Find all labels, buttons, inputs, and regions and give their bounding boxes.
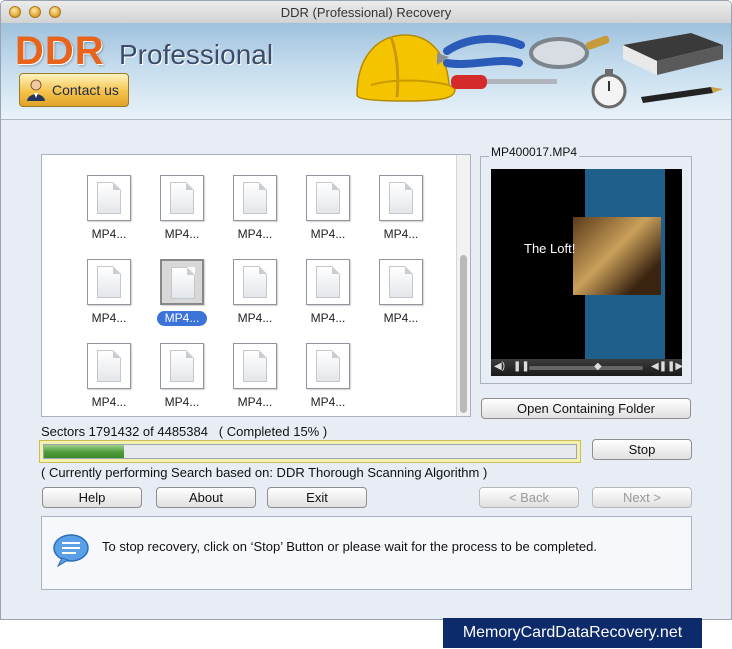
files-scrollbar[interactable] — [456, 155, 470, 416]
seek-bar[interactable] — [529, 366, 643, 370]
contact-us-button[interactable]: Contact us — [19, 73, 129, 107]
brand-edition: Professional — [119, 39, 274, 70]
progress-inner — [43, 444, 577, 459]
file-label: MP4... — [383, 227, 419, 241]
progress-fill — [44, 445, 124, 458]
brand-logo: DDR — [15, 29, 105, 73]
stopwatch-icon — [591, 69, 627, 109]
file-label: MP4... — [310, 395, 346, 409]
contact-us-label: Contact us — [52, 82, 119, 98]
volume-icon[interactable]: ◀) — [494, 361, 505, 372]
seek-handle-icon[interactable]: ◆ — [594, 361, 602, 372]
file-icon — [87, 259, 131, 305]
screwdriver-icon — [451, 75, 557, 89]
toolkit-illustration — [356, 33, 723, 109]
file-item[interactable]: MP4... — [79, 175, 139, 249]
forward-icon[interactable]: ❚▶ — [667, 361, 682, 372]
file-item[interactable]: MP4... — [152, 343, 212, 416]
app-window: DDR (Professional) Recovery DDR Professi… — [0, 0, 732, 620]
about-button[interactable]: About — [156, 487, 256, 508]
title-bar: DDR (Professional) Recovery — [1, 1, 731, 24]
file-label: MP4... — [91, 227, 127, 241]
rewind-icon[interactable]: ◀❚ — [651, 361, 667, 372]
file-icon — [306, 259, 350, 305]
pen-icon — [641, 87, 723, 103]
file-item[interactable]: MP4... — [371, 259, 431, 333]
info-message-box: To stop recovery, click on ‘Stop’ Button… — [41, 516, 692, 590]
file-label: MP4... — [310, 311, 346, 325]
speech-bubble-icon — [53, 534, 89, 567]
help-button[interactable]: Help — [42, 487, 142, 508]
file-item[interactable]: MP4... — [225, 343, 285, 416]
recovered-files-grid: MP4... MP4... MP4... MP4... MP4... MP4... MP4.… — [41, 154, 471, 417]
sectors-status: Sectors 1791432 of 4485384 ( Completed 1… — [41, 424, 328, 439]
file-icon — [87, 175, 131, 221]
file-icon — [87, 343, 131, 389]
file-icon — [306, 343, 350, 389]
file-icon — [233, 259, 277, 305]
next-button[interactable]: Next > — [592, 487, 692, 508]
file-item[interactable]: MP4... — [79, 343, 139, 416]
scan-progress-bar — [39, 440, 581, 463]
file-icon — [160, 259, 204, 305]
file-item[interactable]: MP4... — [152, 259, 212, 333]
file-icon — [160, 175, 204, 221]
magnifier-icon — [529, 35, 610, 69]
exit-button[interactable]: Exit — [267, 487, 367, 508]
algorithm-status: ( Currently performing Search based on: … — [41, 465, 488, 480]
book-icon — [623, 33, 723, 75]
file-item[interactable]: MP4... — [298, 343, 358, 416]
file-icon — [233, 175, 277, 221]
file-label: MP4... — [237, 311, 273, 325]
preview-filename: MP400017.MP4 — [489, 145, 580, 159]
file-label: MP4... — [383, 311, 419, 325]
file-label: MP4... — [164, 395, 200, 409]
video-controls: ◀) ❚❚ ◆ ◀❚ ❚▶ — [491, 359, 682, 376]
back-button[interactable]: < Back — [479, 487, 579, 508]
video-preview: The Loft! ◀) ❚❚ ◆ ◀❚ ❚▶ — [491, 169, 682, 376]
open-containing-folder-button[interactable]: Open Containing Folder — [481, 398, 691, 419]
user-icon — [26, 79, 46, 101]
file-label: MP4... — [237, 227, 273, 241]
file-item[interactable]: MP4... — [298, 259, 358, 333]
video-frame-image — [573, 217, 661, 295]
file-label: MP4... — [237, 395, 273, 409]
hard-hat-icon — [356, 34, 456, 102]
file-item[interactable]: MP4... — [79, 259, 139, 333]
file-icon — [379, 259, 423, 305]
file-item[interactable]: MP4... — [225, 175, 285, 249]
file-icon — [379, 175, 423, 221]
file-label: MP4... — [164, 227, 200, 241]
window-title: DDR (Professional) Recovery — [280, 5, 452, 20]
file-item[interactable]: MP4... — [371, 175, 431, 249]
file-item[interactable]: MP4... — [225, 259, 285, 333]
header-banner: DDR Professional Contact us — [1, 23, 731, 120]
file-item[interactable]: MP4... — [298, 175, 358, 249]
video-caption: The Loft! — [524, 241, 576, 256]
pause-icon[interactable]: ❚❚ — [513, 361, 530, 372]
file-label: MP4... — [157, 311, 207, 326]
file-label: MP4... — [91, 395, 127, 409]
info-message-text: To stop recovery, click on ‘Stop’ Button… — [102, 539, 597, 554]
file-item[interactable]: MP4... — [152, 175, 212, 249]
file-icon — [160, 343, 204, 389]
scrollbar-thumb[interactable] — [460, 255, 467, 413]
file-label: MP4... — [310, 227, 346, 241]
pliers-icon — [437, 34, 525, 68]
stop-button[interactable]: Stop — [592, 439, 692, 460]
file-icon — [306, 175, 350, 221]
file-icon — [233, 343, 277, 389]
watermark-banner: MemoryCardDataRecovery.net — [443, 618, 702, 648]
file-label: MP4... — [91, 311, 127, 325]
